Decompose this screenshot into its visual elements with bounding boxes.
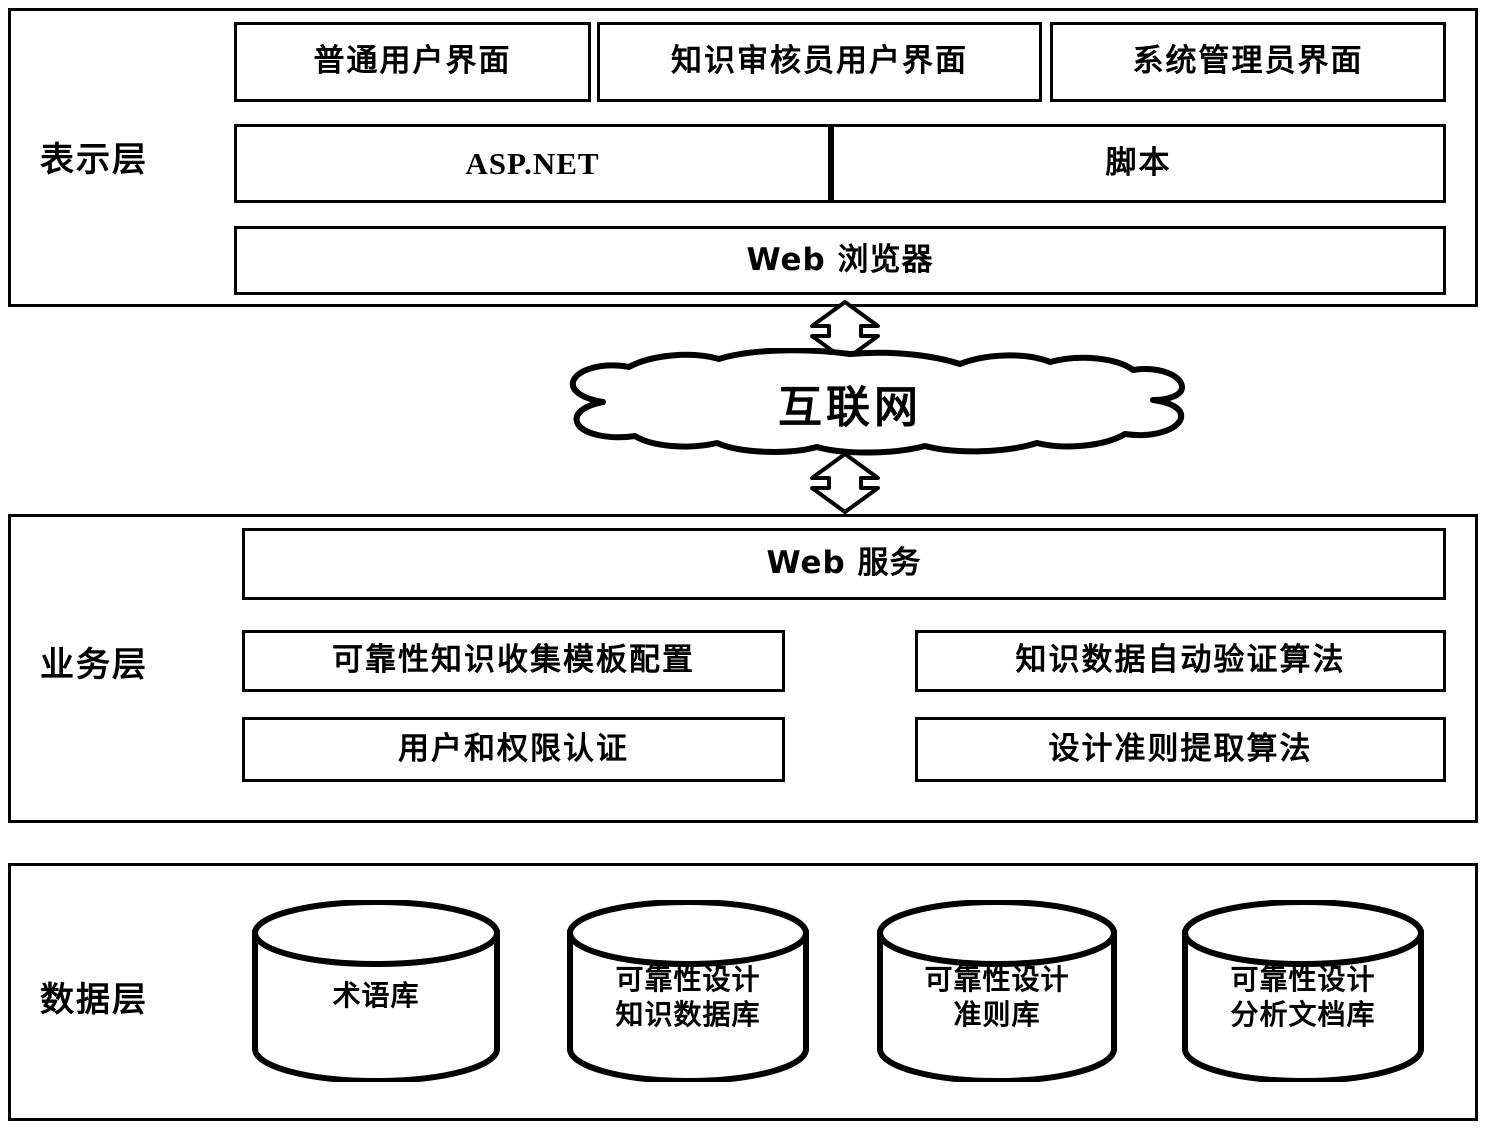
business-box-knowledge-template-config-label: 可靠性知识收集模板配置 <box>332 642 695 679</box>
business-box-criteria-extraction-algorithm-label: 设计准则提取算法 <box>1048 730 1313 767</box>
cloud-icon <box>569 347 1185 456</box>
database-cylinder-icon <box>567 899 809 1084</box>
presentation-box-script[interactable]: 脚本 <box>831 124 1446 203</box>
presentation-layer-label: 表示层 <box>40 140 148 180</box>
business-box-auto-validation-algorithm-label: 知识数据自动验证算法 <box>1015 642 1346 679</box>
internet-cloud: 互联网 <box>505 347 1195 458</box>
business-box-knowledge-template-config[interactable]: 可靠性知识收集模板配置 <box>242 630 785 692</box>
data-store-glossary[interactable]: 术语库 <box>250 899 502 1084</box>
presentation-box-web-browser-label: Web 浏览器 <box>746 241 934 278</box>
business-box-user-permission-auth-label: 用户和权限认证 <box>398 730 629 767</box>
data-store-analysis-doc-db[interactable]: 可靠性设计 分析文档库 <box>1180 899 1426 1084</box>
presentation-box-reviewer-ui-label: 知识审核员用户界面 <box>671 43 968 80</box>
data-store-knowledge-db[interactable]: 可靠性设计 知识数据库 <box>565 899 811 1084</box>
presentation-box-script-label: 脚本 <box>1105 144 1172 181</box>
business-layer-label: 业务层 <box>40 645 148 685</box>
presentation-box-aspnet-label: ASP.NET <box>465 145 600 181</box>
business-box-auto-validation-algorithm[interactable]: 知识数据自动验证算法 <box>915 630 1446 692</box>
presentation-box-normal-user-ui[interactable]: 普通用户界面 <box>234 22 591 102</box>
business-box-user-permission-auth[interactable]: 用户和权限认证 <box>242 717 785 782</box>
database-cylinder-icon <box>877 899 1117 1084</box>
business-box-web-service-label: Web 服务 <box>766 545 922 582</box>
data-layer-label: 数据层 <box>40 980 148 1020</box>
architecture-diagram: 表示层 普通用户界面 知识审核员用户界面 系统管理员界面 ASP.NET 脚本 … <box>0 0 1486 1131</box>
presentation-box-admin-ui-label: 系统管理员界面 <box>1132 43 1364 80</box>
double-arrow-vertical-icon-bottom <box>800 452 890 514</box>
presentation-box-normal-user-ui-label: 普通用户界面 <box>313 43 512 80</box>
business-box-criteria-extraction-algorithm[interactable]: 设计准则提取算法 <box>915 717 1446 782</box>
presentation-box-aspnet[interactable]: ASP.NET <box>234 124 831 203</box>
data-store-criteria-db[interactable]: 可靠性设计 准则库 <box>875 899 1119 1084</box>
database-cylinder-icon <box>252 899 500 1084</box>
database-cylinder-icon <box>1182 899 1424 1084</box>
presentation-box-web-browser[interactable]: Web 浏览器 <box>234 226 1446 295</box>
presentation-box-reviewer-ui[interactable]: 知识审核员用户界面 <box>597 22 1042 102</box>
presentation-box-admin-ui[interactable]: 系统管理员界面 <box>1050 22 1446 102</box>
business-box-web-service[interactable]: Web 服务 <box>242 528 1446 600</box>
